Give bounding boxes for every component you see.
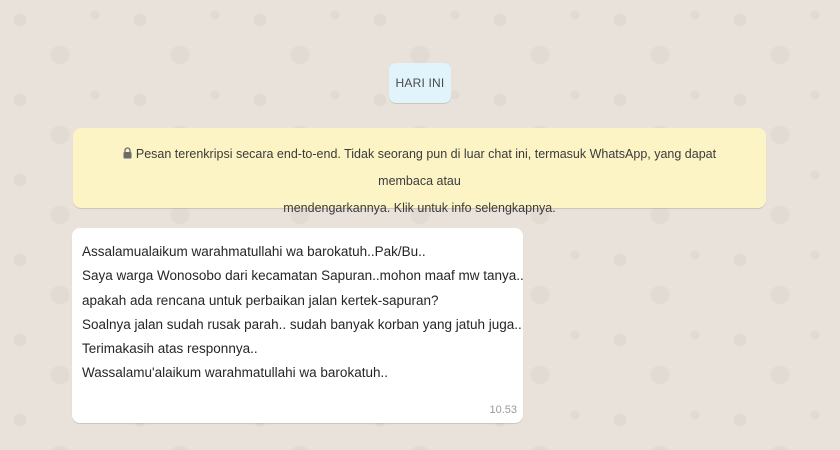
message-timestamp: 10.53	[489, 404, 517, 416]
encryption-notice-line-1: Pesan terenkripsi secara end-to-end. Tid…	[135, 147, 717, 188]
encryption-notice[interactable]: Pesan terenkripsi secara end-to-end. Tid…	[73, 128, 766, 215]
message-line: Saya warga Wonosobo dari kecamatan Sapur…	[82, 268, 524, 284]
message-line: Wassalamu'alaikum warahmatullahi wa baro…	[82, 365, 388, 381]
message-line: Terimakasih atas responnya..	[82, 341, 258, 357]
date-divider: HARI INI	[389, 63, 451, 103]
lock-icon	[123, 147, 132, 159]
incoming-message-bubble[interactable]: Assalamualaikum warahmatullahi wa baroka…	[72, 228, 524, 423]
message-line: Assalamualaikum warahmatullahi wa baroka…	[82, 244, 426, 259]
message-line: apakah ada rencana untuk perbaikan jalan…	[82, 292, 439, 308]
encryption-notice-line-2: mendengarkannya. Klik untuk info selengk…	[283, 201, 556, 215]
date-divider-label: HARI INI	[395, 76, 445, 90]
message-line: Soalnya jalan sudah rusak parah.. sudah …	[82, 316, 522, 332]
